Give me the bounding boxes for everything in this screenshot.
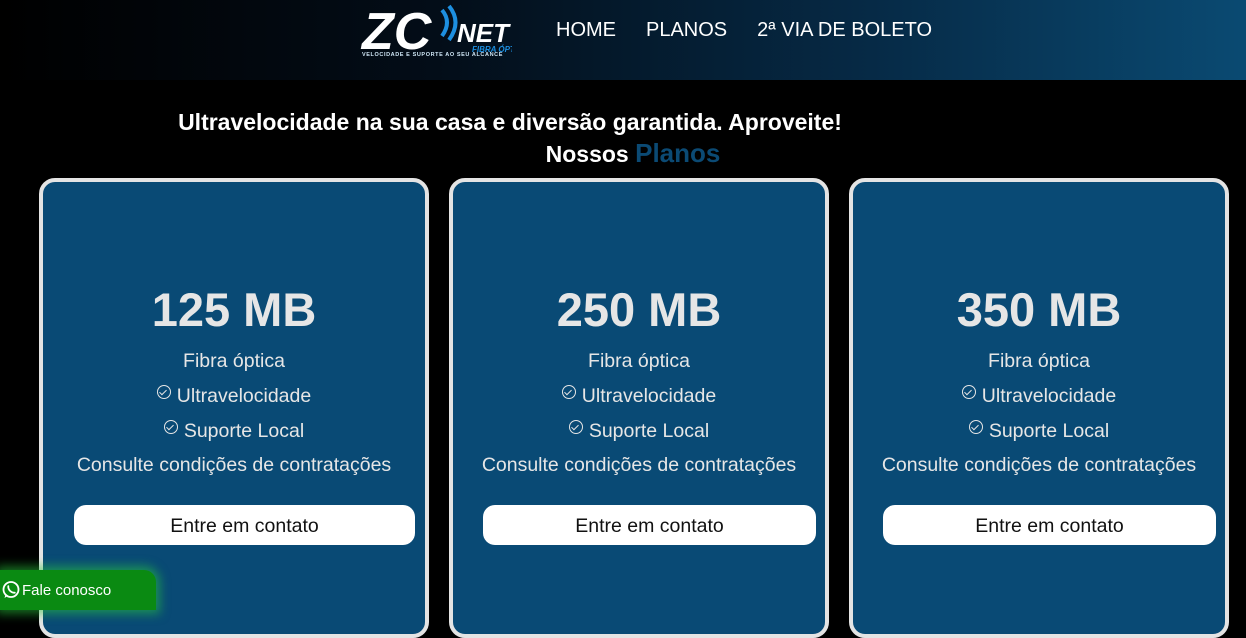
feature-label: Ultravelocidade — [176, 385, 312, 407]
feature-label: Ultravelocidade — [581, 385, 717, 407]
feature-label: Ultravelocidade — [981, 385, 1117, 407]
plan-feature-ultravelocidade: Ultravelocidade — [453, 385, 825, 408]
whatsapp-chat-button[interactable]: Fale conosco — [0, 570, 156, 610]
contact-button[interactable]: Entre em contato — [74, 505, 415, 545]
logo-tagline: VELOCIDADE E SUPORTE AO SEU ALCANCE — [362, 52, 503, 58]
plan-conditions: Consulte condições de contratações — [481, 454, 797, 476]
svg-text:NET: NET — [457, 18, 511, 48]
plan-feature-suporte: Suporte Local — [453, 420, 825, 443]
section-title-accent: Planos — [635, 138, 721, 168]
plan-fiber: Fibra óptica — [183, 350, 285, 372]
hero-headline: Ultravelocidade na sua casa e diversão g… — [178, 109, 842, 135]
whatsapp-icon — [2, 581, 20, 598]
plan-conditions: Consulte condições de contratações — [881, 454, 1197, 476]
section-title: Nossos Planos — [0, 138, 1246, 169]
plan-fiber: Fibra óptica — [588, 350, 690, 372]
nav-home[interactable]: HOME — [556, 19, 616, 42]
plan-feature-suporte: Suporte Local — [43, 420, 425, 443]
check-circle-icon — [961, 385, 976, 399]
nav-planos[interactable]: PLANOS — [646, 19, 727, 42]
plan-feature-ultravelocidade: Ultravelocidade — [853, 385, 1225, 408]
check-circle-icon — [568, 420, 583, 434]
site-header: ZC NET FIBRA ÓPTICA VELOCIDADE E SUPORTE… — [0, 0, 1246, 80]
plan-speed: 250 MB — [556, 283, 722, 336]
plan-card-125: 125 MB Fibra óptica Ultravelocidade Supo… — [39, 178, 429, 638]
plan-conditions: Consulte condições de contratações — [76, 454, 392, 476]
check-circle-icon — [163, 420, 178, 434]
plan-feature-suporte: Suporte Local — [853, 420, 1225, 443]
check-circle-icon — [968, 420, 983, 434]
feature-label: Suporte Local — [988, 420, 1110, 442]
nav-2via-boleto[interactable]: 2ª VIA DE BOLETO — [757, 19, 932, 42]
whatsapp-label: Fale conosco — [22, 581, 112, 599]
main-nav: HOME PLANOS 2ª VIA DE BOLETO — [556, 19, 962, 42]
plan-feature-ultravelocidade: Ultravelocidade — [43, 385, 425, 408]
plan-card-350: 350 MB Fibra óptica Ultravelocidade Supo… — [849, 178, 1229, 638]
plan-card-250: 250 MB Fibra óptica Ultravelocidade Supo… — [449, 178, 829, 638]
check-circle-icon — [156, 385, 171, 399]
plan-fiber: Fibra óptica — [988, 350, 1090, 372]
check-circle-icon — [561, 385, 576, 399]
feature-label: Suporte Local — [588, 420, 710, 442]
plan-speed: 350 MB — [956, 283, 1122, 336]
section-title-prefix: Nossos — [545, 141, 629, 167]
feature-label: Suporte Local — [183, 420, 305, 442]
contact-button[interactable]: Entre em contato — [883, 505, 1216, 545]
plan-speed: 125 MB — [151, 283, 317, 336]
contact-button[interactable]: Entre em contato — [483, 505, 816, 545]
